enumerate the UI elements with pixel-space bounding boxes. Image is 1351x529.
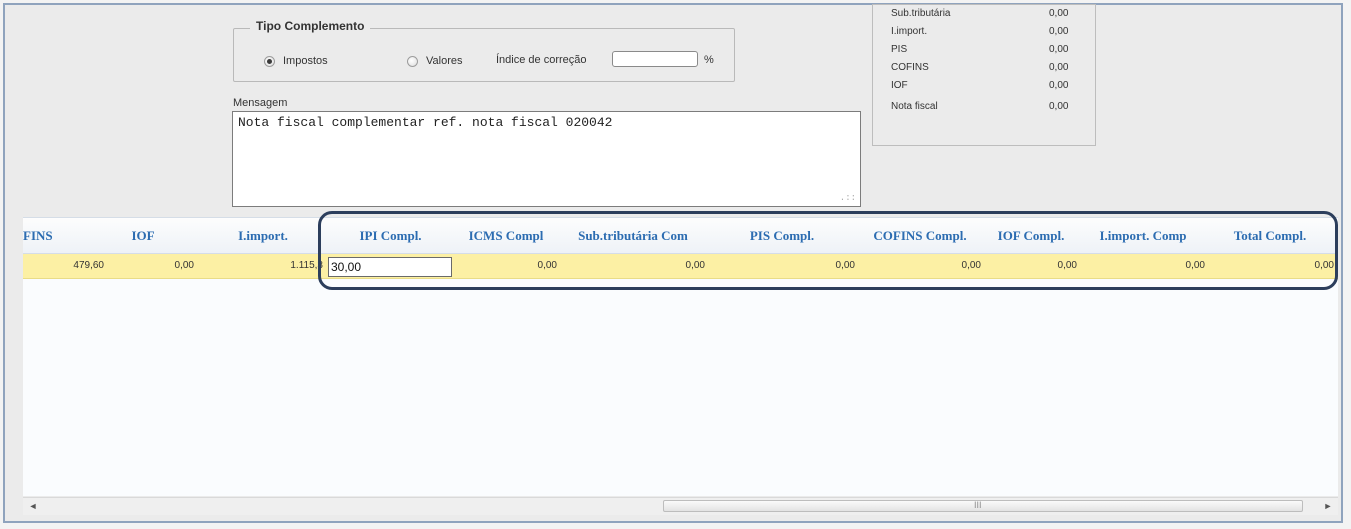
column-header-iof[interactable]: IOF [103,218,183,253]
percent-symbol: % [704,54,714,66]
cell-iimport[interactable]: 1.115,3 [196,254,325,278]
cell-iof[interactable]: 0,00 [106,254,196,278]
summary-row: Nota fiscal 0,00 [891,101,1081,112]
tipo-complemento-title: Tipo Complemento [250,19,371,33]
radio-unselected-icon [407,55,418,67]
indice-correcao-label: Índice de correção [496,54,587,66]
summary-label: COFINS [891,62,929,73]
summary-label: I.import. [891,26,928,37]
summary-row: Sub.tributária 0,00 [891,8,1081,19]
summary-row: PIS 0,00 [891,44,1081,55]
mensagem-text: Nota fiscal complementar ref. nota fisca… [238,115,613,130]
summary-label: PIS [891,44,908,55]
scroll-right-icon[interactable]: ► [1320,498,1336,514]
summary-value: 0,00 [1049,44,1069,55]
resize-grip-icon[interactable]: .:: [840,193,856,203]
column-header-iimport[interactable]: I.import. [203,218,323,253]
radio-selected-icon [264,55,275,67]
scrollbar-thumb[interactable]: III [663,500,1303,512]
scroll-left-icon[interactable]: ◄ [25,498,41,514]
radio-impostos-label: Impostos [283,55,328,67]
summary-row: I.import. 0,00 [891,26,1081,37]
mensagem-textarea[interactable]: Nota fiscal complementar ref. nota fisca… [232,111,861,207]
summary-label: Nota fiscal [891,101,938,112]
cell-cofins[interactable]: 479,60 [23,254,106,278]
summary-value: 0,00 [1049,101,1069,112]
totals-summary-panel: Sub.tributária 0,00 I.import. 0,00 PIS 0… [872,4,1096,146]
indice-correcao-input[interactable] [612,51,698,67]
summary-row: IOF 0,00 [891,80,1081,91]
radio-valores[interactable]: Valores [407,55,462,67]
radio-valores-label: Valores [426,55,463,67]
scrollbar-grip-icon: III [974,500,982,510]
summary-value: 0,00 [1049,80,1069,91]
radio-impostos[interactable]: Impostos [264,55,328,67]
horizontal-scrollbar[interactable]: ◄ III ► [23,497,1338,515]
column-header-cofins[interactable]: FINS [23,218,63,253]
summary-value: 0,00 [1049,26,1069,37]
summary-value: 0,00 [1049,62,1069,73]
summary-row: COFINS 0,00 [891,62,1081,73]
summary-label: IOF [891,80,908,91]
tipo-complemento-group: Tipo Complemento Impostos Valores Índice… [233,19,735,82]
summary-label: Sub.tributária [891,8,951,19]
summary-value: 0,00 [1049,8,1069,19]
callout-highlight-box [318,211,1338,290]
mensagem-label: Mensagem [233,97,288,109]
